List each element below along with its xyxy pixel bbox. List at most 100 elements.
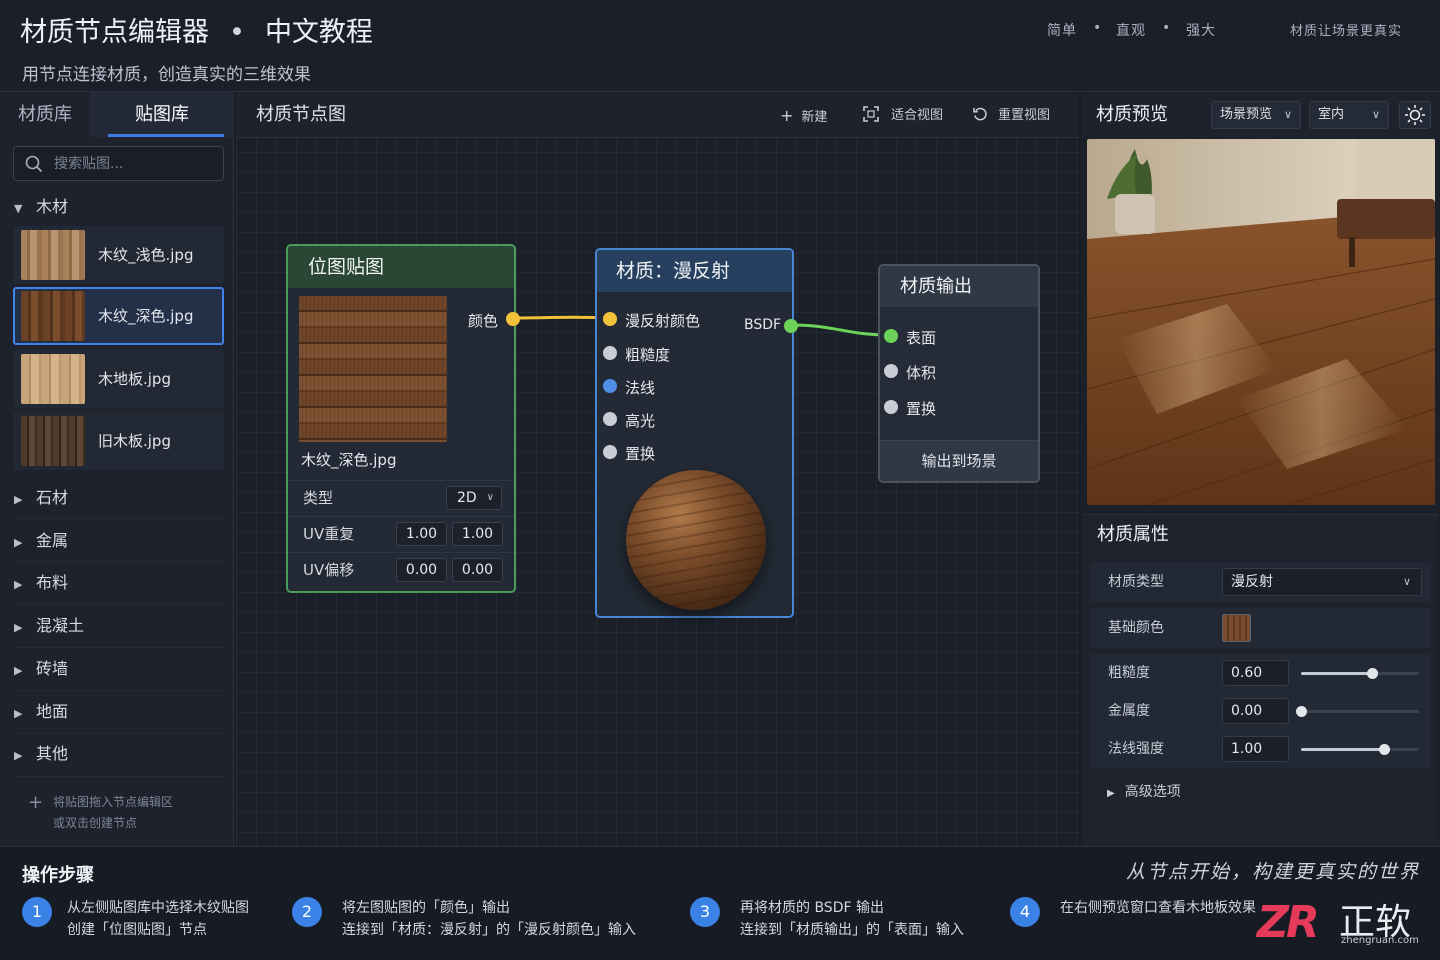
category-label: 砖墙 bbox=[36, 659, 69, 678]
scene-preview-viewport[interactable] bbox=[1087, 139, 1435, 505]
tab-texture-library[interactable]: 贴图库 bbox=[90, 92, 234, 137]
bitmap-texture-node[interactable]: 位图贴图 颜色 木纹_深色.jpg 类型 2D ∨ UV重复 1.00 1.00 … bbox=[286, 244, 520, 593]
input-diffuse-color-socket[interactable] bbox=[603, 312, 617, 326]
input-surface-label: 表面 bbox=[906, 329, 937, 347]
category-label: 布料 bbox=[36, 573, 69, 592]
base-color-swatch[interactable] bbox=[1222, 614, 1251, 642]
divider bbox=[14, 647, 224, 648]
lighting-button[interactable] bbox=[1399, 101, 1431, 129]
texture-thumbnail bbox=[21, 416, 85, 466]
texture-thumbnail bbox=[21, 291, 85, 341]
metallic-slider[interactable] bbox=[1296, 706, 1419, 717]
uv-repeat-v-input[interactable]: 1.00 bbox=[452, 522, 503, 546]
output-bsdf-label: BSDF bbox=[744, 317, 782, 333]
environment-dropdown[interactable]: 室内 ∨ bbox=[1309, 101, 1389, 129]
input-roughness-socket[interactable] bbox=[603, 346, 617, 360]
material-output-node[interactable]: 材质输出 表面 体积 置换 输出到场景 bbox=[878, 264, 1040, 483]
chevron-down-icon: ∨ bbox=[1283, 108, 1292, 121]
room-scene-image bbox=[1087, 139, 1435, 505]
diffuse-material-node[interactable]: 材质：漫反射 漫反射颜色 粗糙度 法线 高光 置换 BSDF bbox=[595, 248, 798, 618]
input-surface-socket[interactable] bbox=[884, 329, 898, 343]
step-line-2: 创建「位图贴图」节点 bbox=[67, 922, 207, 938]
output-color-socket[interactable] bbox=[506, 312, 520, 326]
input-specular-label: 高光 bbox=[625, 412, 656, 430]
step-line-1: 再将材质的 BSDF 输出 bbox=[740, 900, 884, 916]
uv-offset-v-input[interactable]: 0.00 bbox=[452, 558, 503, 582]
texture-library-panel: 材质库 贴图库 ▼木材 木纹_浅色.jpg 木纹_深色.jpg 木地板.jpg … bbox=[0, 92, 234, 846]
advanced-options-toggle[interactable]: ▶ 高级选项 bbox=[1107, 777, 1181, 809]
header-slogan: 材质让场景更真实 bbox=[1290, 24, 1403, 39]
output-to-scene-button[interactable]: 输出到场景 bbox=[880, 440, 1038, 481]
uv-repeat-u-input[interactable]: 1.00 bbox=[396, 522, 447, 546]
normal-strength-slider[interactable] bbox=[1301, 744, 1419, 755]
texture-item-light-wood[interactable]: 木纹_浅色.jpg bbox=[13, 226, 224, 284]
slider-handle[interactable] bbox=[1366, 668, 1378, 679]
category-stone[interactable]: ▶ 石材 bbox=[14, 481, 224, 515]
texture-item-dark-wood[interactable]: 木纹_深色.jpg bbox=[13, 287, 224, 345]
normal-strength-input[interactable]: 1.00 bbox=[1222, 736, 1289, 762]
uv-offset-u-input[interactable]: 0.00 bbox=[396, 558, 447, 582]
category-concrete[interactable]: ▶ 混凝土 bbox=[14, 609, 224, 643]
slider-handle[interactable] bbox=[1296, 706, 1307, 717]
material-sphere-preview bbox=[626, 470, 766, 610]
category-other[interactable]: ▶ 其他 bbox=[14, 737, 224, 771]
texture-name: 木纹_浅色.jpg bbox=[98, 246, 194, 264]
logo-url: zhengruan.com bbox=[1341, 935, 1419, 946]
input-specular-socket[interactable] bbox=[603, 412, 617, 426]
env-dropdown-value: 室内 bbox=[1318, 107, 1345, 122]
input-volume-socket[interactable] bbox=[884, 364, 898, 378]
metallic-row: 金属度 0.00 bbox=[1091, 692, 1431, 730]
material-type-value: 漫反射 bbox=[1231, 574, 1273, 590]
tab-material-library[interactable]: 材质库 bbox=[0, 92, 90, 137]
roughness-input[interactable]: 0.60 bbox=[1222, 660, 1289, 686]
category-wood[interactable]: ▼ 木材 bbox=[14, 190, 224, 224]
search-input[interactable] bbox=[54, 147, 219, 180]
type-select[interactable]: 2D ∨ bbox=[446, 486, 502, 510]
category-fabric[interactable]: ▶ 布料 bbox=[14, 566, 224, 600]
chevron-down-icon: ∨ bbox=[1371, 108, 1380, 121]
divider bbox=[14, 604, 224, 605]
metallic-input[interactable]: 0.00 bbox=[1222, 698, 1289, 724]
step-number: 3 bbox=[690, 897, 720, 927]
logo-mark: ZR bbox=[1257, 897, 1320, 948]
material-type-label: 材质类型 bbox=[1108, 574, 1164, 590]
material-type-select[interactable]: 漫反射 ∨ bbox=[1222, 568, 1422, 596]
roughness-slider[interactable] bbox=[1301, 668, 1419, 679]
category-metal[interactable]: ▶ 金属 bbox=[14, 524, 224, 558]
title-sub: 中文教程 bbox=[264, 17, 373, 48]
input-normal-socket[interactable] bbox=[603, 379, 617, 393]
input-displacement-label: 置换 bbox=[625, 445, 656, 463]
scene-preview-dropdown[interactable]: 场景预览 ∨ bbox=[1211, 101, 1301, 129]
texture-item-wood-floor[interactable]: 木地板.jpg bbox=[13, 350, 224, 408]
step-line-2: 连接到「材质输出」的「表面」输入 bbox=[740, 922, 964, 938]
normal-strength-row: 法线强度 1.00 bbox=[1091, 730, 1431, 768]
chevron-down-icon: ∨ bbox=[486, 492, 494, 503]
divider bbox=[14, 690, 224, 691]
roughness-label: 粗糙度 bbox=[1108, 665, 1150, 681]
input-displacement-socket[interactable] bbox=[884, 400, 898, 414]
node-header[interactable]: 位图贴图 bbox=[288, 246, 514, 288]
category-brick[interactable]: ▶ 砖墙 bbox=[14, 652, 224, 686]
output-bsdf-socket[interactable] bbox=[784, 319, 798, 333]
uv-repeat-label: UV重复 bbox=[303, 525, 355, 543]
texture-item-old-wood[interactable]: 旧木板.jpg bbox=[13, 412, 224, 470]
node-canvas[interactable]: 材质节点图 + 新建 适合视图 重置视图 位图贴图 颜色 木纹_深色.jpg 类型… bbox=[236, 92, 1079, 846]
input-displacement-socket[interactable] bbox=[603, 445, 617, 459]
texture-thumbnail bbox=[21, 354, 85, 404]
node-header[interactable]: 材质输出 bbox=[880, 266, 1038, 307]
type-row: 类型 2D ∨ bbox=[288, 480, 514, 516]
input-roughness-label: 粗糙度 bbox=[625, 346, 671, 364]
category-label: 地面 bbox=[36, 702, 69, 721]
steps-title: 操作步骤 bbox=[22, 865, 94, 886]
app-title: 材质节点编辑器 • 中文教程 bbox=[20, 10, 373, 49]
advanced-options-label: 高级选项 bbox=[1124, 784, 1181, 800]
texture-name: 木地板.jpg bbox=[98, 370, 171, 388]
caret-right-icon: ▶ bbox=[14, 749, 23, 762]
node-header[interactable]: 材质：漫反射 bbox=[597, 250, 792, 292]
slider-handle[interactable] bbox=[1378, 744, 1390, 755]
normal-strength-label: 法线强度 bbox=[1108, 741, 1164, 757]
category-ground[interactable]: ▶ 地面 bbox=[14, 695, 224, 729]
hint-line-1: 将贴图拖入节点编辑区 bbox=[53, 795, 174, 809]
properties-title: 材质属性 bbox=[1097, 524, 1169, 545]
caret-right-icon: ▶ bbox=[14, 621, 23, 634]
